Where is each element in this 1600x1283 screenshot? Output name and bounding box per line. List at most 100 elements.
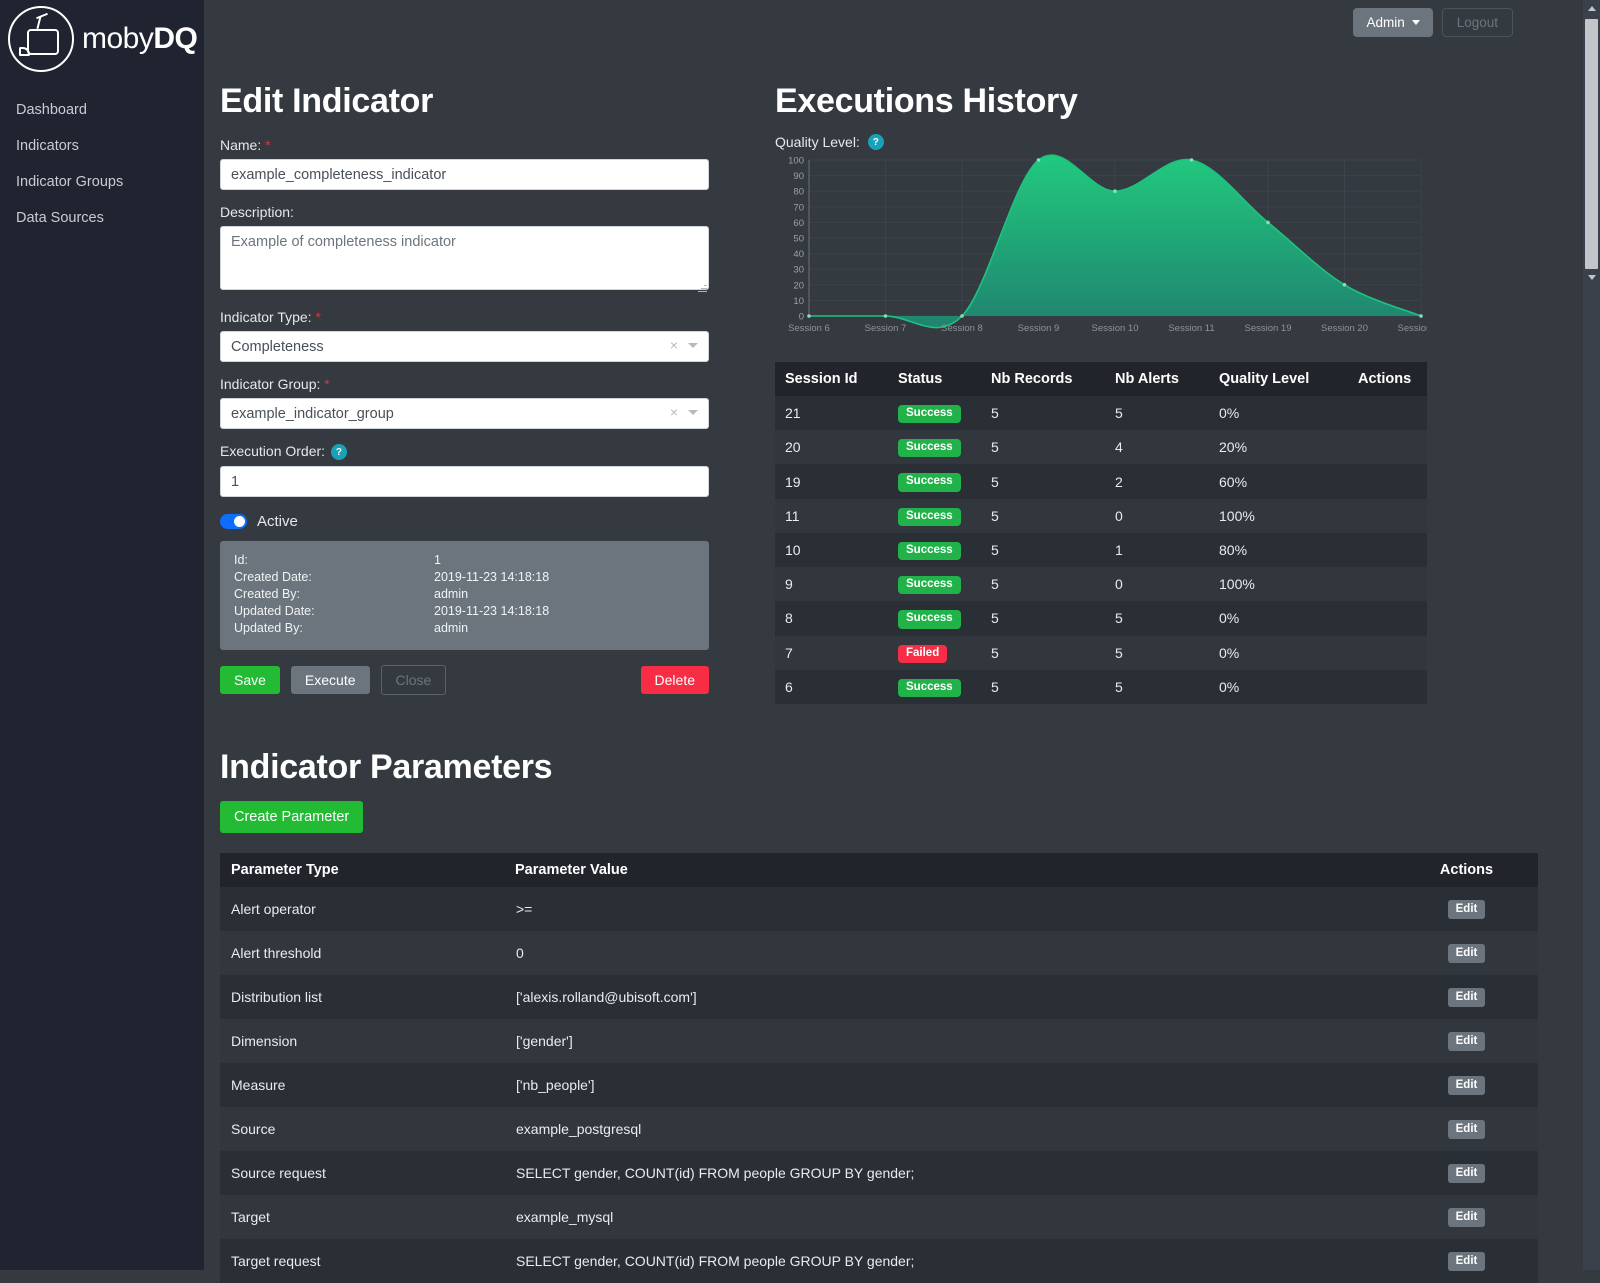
col-status[interactable]: Status <box>888 362 981 396</box>
cell-nb-alerts: 0 <box>1105 499 1209 533</box>
metadata-value: admin <box>434 620 468 637</box>
cell-nb-records: 5 <box>981 670 1105 704</box>
page-scrollbar[interactable] <box>1583 0 1600 1270</box>
table-row[interactable]: 21Success550% <box>775 396 1427 430</box>
brand-name: mobyDQ <box>82 22 197 56</box>
col-parameter-value[interactable]: Parameter Value <box>505 853 1395 887</box>
indicator-type-clear-icon[interactable]: × <box>670 338 678 352</box>
table-row[interactable]: Sourceexample_postgresqlEdit <box>220 1107 1538 1151</box>
scrollbar-thumb[interactable] <box>1585 19 1598 269</box>
svg-text:0: 0 <box>799 312 804 323</box>
indicator-type-select[interactable]: Completeness <box>220 331 709 362</box>
edit-indicator-title: Edit Indicator <box>220 82 720 121</box>
table-row[interactable]: 9Success50100% <box>775 567 1427 601</box>
sidebar-item-indicator-groups[interactable]: Indicator Groups <box>0 164 204 200</box>
svg-text:30: 30 <box>793 265 804 276</box>
edit-button[interactable]: Edit <box>1448 1120 1486 1139</box>
indicator-type-chevron-down-icon[interactable] <box>688 343 698 348</box>
table-row[interactable]: 11Success50100% <box>775 499 1427 533</box>
table-row[interactable]: 19Success5260% <box>775 464 1427 498</box>
table-row[interactable]: Alert operator>=Edit <box>220 887 1538 931</box>
col-actions[interactable]: Actions <box>1395 853 1538 887</box>
col-nb-records[interactable]: Nb Records <box>981 362 1105 396</box>
cell-actions: Edit <box>1395 1063 1538 1107</box>
execute-button[interactable]: Execute <box>291 666 370 694</box>
cell-status: Success <box>888 601 981 635</box>
indicator-group-clear-icon[interactable]: × <box>670 405 678 419</box>
col-nb-alerts[interactable]: Nb Alerts <box>1105 362 1209 396</box>
col-session-id[interactable]: Session Id <box>775 362 888 396</box>
executions-table-body: 21Success550%20Success5420%19Success5260… <box>775 396 1427 704</box>
cell-nb-records: 5 <box>981 430 1105 464</box>
create-parameter-button[interactable]: Create Parameter <box>220 801 363 833</box>
edit-button[interactable]: Edit <box>1448 1208 1486 1227</box>
edit-button[interactable]: Edit <box>1448 1032 1486 1051</box>
table-row[interactable]: Targetexample_mysqlEdit <box>220 1195 1538 1239</box>
help-icon[interactable]: ? <box>868 134 884 150</box>
status-badge: Success <box>898 542 961 560</box>
edit-button[interactable]: Edit <box>1448 900 1486 919</box>
col-actions[interactable]: Actions <box>1348 362 1427 396</box>
cell-parameter-type: Distribution list <box>220 975 505 1019</box>
col-parameter-type[interactable]: Parameter Type <box>220 853 505 887</box>
description-textarea[interactable]: Example of completeness indicator <box>220 226 709 290</box>
cell-actions <box>1348 464 1427 498</box>
scroll-down-arrow-icon[interactable] <box>1583 269 1600 286</box>
svg-text:20: 20 <box>793 280 804 291</box>
metadata-value: 1 <box>434 552 441 569</box>
active-toggle-label: Active <box>257 513 298 530</box>
cell-parameter-value: ['gender'] <box>505 1019 1395 1063</box>
execution-order-input[interactable] <box>220 466 709 497</box>
table-row[interactable]: Target requestSELECT gender, COUNT(id) F… <box>220 1239 1538 1283</box>
indicator-group-label: Indicator Group: * <box>220 376 720 392</box>
cell-actions <box>1348 396 1427 430</box>
help-icon[interactable]: ? <box>331 444 347 460</box>
sidebar-item-data-sources[interactable]: Data Sources <box>0 200 204 236</box>
cell-parameter-type: Source request <box>220 1151 505 1195</box>
table-row[interactable]: 20Success5420% <box>775 430 1427 464</box>
svg-text:50: 50 <box>793 234 804 245</box>
cell-actions: Edit <box>1395 1019 1538 1063</box>
name-input[interactable] <box>220 159 709 190</box>
edit-button[interactable]: Edit <box>1448 1164 1486 1183</box>
col-quality-level[interactable]: Quality Level <box>1209 362 1348 396</box>
status-badge: Success <box>898 576 961 594</box>
table-row[interactable]: Distribution list['alexis.rolland@ubisof… <box>220 975 1538 1019</box>
close-button[interactable]: Close <box>381 665 447 695</box>
cell-status: Success <box>888 396 981 430</box>
sidebar-item-indicators[interactable]: Indicators <box>0 128 204 164</box>
table-row[interactable]: 6Success550% <box>775 670 1427 704</box>
table-row[interactable]: 10Success5180% <box>775 533 1427 567</box>
admin-menu-button[interactable]: Admin <box>1353 8 1432 37</box>
table-header-row: Session Id Status Nb Records Nb Alerts Q… <box>775 362 1427 396</box>
brand[interactable]: mobyDQ <box>0 0 204 70</box>
save-button[interactable]: Save <box>220 666 280 694</box>
table-row[interactable]: 7Failed550% <box>775 636 1427 670</box>
edit-button[interactable]: Edit <box>1448 988 1486 1007</box>
cell-parameter-value: SELECT gender, COUNT(id) FROM people GRO… <box>505 1239 1395 1283</box>
active-toggle[interactable] <box>220 514 247 529</box>
sidebar-item-dashboard[interactable]: Dashboard <box>0 92 204 128</box>
table-row[interactable]: Dimension['gender']Edit <box>220 1019 1538 1063</box>
quality-level-chart[interactable]: 0102030405060708090100Session 6Session 7… <box>775 152 1427 342</box>
logout-button[interactable]: Logout <box>1442 8 1513 37</box>
table-row[interactable]: 8Success550% <box>775 601 1427 635</box>
table-row[interactable]: Alert threshold0Edit <box>220 931 1538 975</box>
table-row[interactable]: Measure['nb_people']Edit <box>220 1063 1538 1107</box>
metadata-row: Updated Date: 2019-11-23 14:18:18 <box>234 603 695 620</box>
cell-actions: Edit <box>1395 1107 1538 1151</box>
status-badge: Success <box>898 610 961 628</box>
cell-nb-records: 5 <box>981 601 1105 635</box>
scroll-up-arrow-icon[interactable] <box>1583 0 1600 17</box>
svg-text:70: 70 <box>793 202 804 213</box>
cell-actions: Edit <box>1395 975 1538 1019</box>
indicator-group-chevron-down-icon[interactable] <box>688 410 698 415</box>
cell-nb-records: 5 <box>981 396 1105 430</box>
indicator-group-select[interactable]: example_indicator_group <box>220 398 709 429</box>
table-row[interactable]: Source requestSELECT gender, COUNT(id) F… <box>220 1151 1538 1195</box>
edit-button[interactable]: Edit <box>1448 1076 1486 1095</box>
edit-button[interactable]: Edit <box>1448 944 1486 963</box>
delete-button[interactable]: Delete <box>641 666 709 694</box>
indicator-parameters-title: Indicator Parameters <box>220 748 1538 787</box>
edit-button[interactable]: Edit <box>1448 1252 1486 1271</box>
